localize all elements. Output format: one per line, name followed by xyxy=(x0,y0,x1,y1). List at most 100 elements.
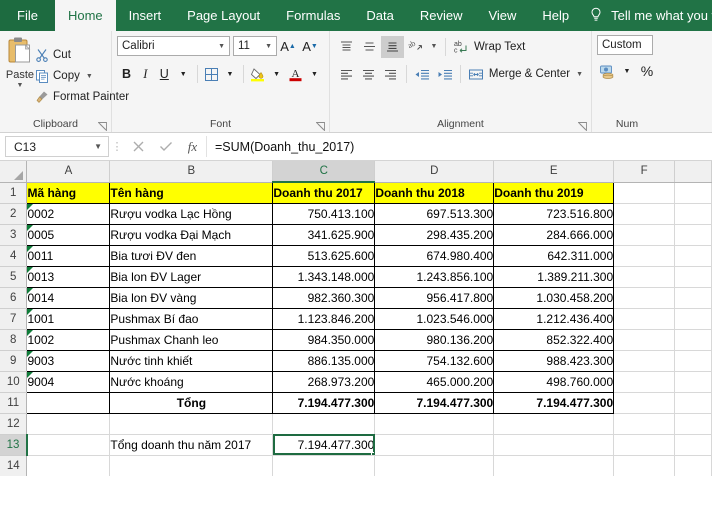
cell-b4[interactable]: Bia tươi ĐV đen xyxy=(110,245,273,266)
cell-g11[interactable] xyxy=(675,392,712,413)
row-header-8[interactable]: 8 xyxy=(0,329,27,350)
merge-center-button[interactable]: Merge & Center ▼ xyxy=(465,63,586,85)
cell-f2[interactable] xyxy=(614,203,675,224)
cell-b6[interactable]: Bia lon ĐV vàng xyxy=(110,287,273,308)
column-header-b[interactable]: B xyxy=(110,161,273,182)
cell-f3[interactable] xyxy=(614,224,675,245)
cell-d10[interactable]: 465.000.200 xyxy=(375,371,494,392)
tab-insert[interactable]: Insert xyxy=(116,0,175,31)
row-header-4[interactable]: 4 xyxy=(0,245,27,266)
cell-f1[interactable] xyxy=(614,182,675,203)
cell-c7[interactable]: 1.123.846.200 xyxy=(273,308,375,329)
cell-g1[interactable] xyxy=(675,182,712,203)
cell-d13[interactable] xyxy=(375,434,494,455)
column-header-g[interactable] xyxy=(675,161,712,182)
cell-e2[interactable]: 723.516.800 xyxy=(494,203,614,224)
cell-a8[interactable]: 1002 xyxy=(27,329,110,350)
cell-g4[interactable] xyxy=(675,245,712,266)
tab-file[interactable]: File xyxy=(0,0,55,31)
cell-a7[interactable]: 1001 xyxy=(27,308,110,329)
percent-style-button[interactable]: % xyxy=(637,60,657,82)
align-top-button[interactable] xyxy=(335,36,358,58)
align-left-button[interactable] xyxy=(335,63,357,85)
cell-a1[interactable]: Mã hàng xyxy=(27,182,110,203)
italic-button[interactable]: I xyxy=(136,63,155,85)
cell-a5[interactable]: 0013 xyxy=(27,266,110,287)
accounting-dropdown-caret[interactable]: ▼ xyxy=(617,60,637,82)
cell-c6[interactable]: 982.360.300 xyxy=(273,287,375,308)
cell-b1[interactable]: Tên hàng xyxy=(110,182,273,203)
column-header-f[interactable]: F xyxy=(614,161,675,182)
row-header-11[interactable]: 11 xyxy=(0,392,27,413)
column-header-e[interactable]: E xyxy=(494,161,614,182)
cell-e13[interactable] xyxy=(494,434,614,455)
cell-g3[interactable] xyxy=(675,224,712,245)
cell-c8[interactable]: 984.350.000 xyxy=(273,329,375,350)
cell-f6[interactable] xyxy=(614,287,675,308)
row-header-10[interactable]: 10 xyxy=(0,371,27,392)
underline-dropdown-caret[interactable]: ▼ xyxy=(174,63,193,85)
select-all-corner[interactable] xyxy=(0,161,27,182)
font-size-caret[interactable]: ▼ xyxy=(265,43,276,50)
cell-e11[interactable]: 7.194.477.300 xyxy=(494,392,614,413)
font-dialog-launcher-icon[interactable] xyxy=(316,122,325,131)
cell-d4[interactable]: 674.980.400 xyxy=(375,245,494,266)
cell-b13[interactable]: Tổng doanh thu năm 2017 xyxy=(110,434,273,455)
cell-a11[interactable] xyxy=(27,392,110,413)
cell-d7[interactable]: 1.023.546.000 xyxy=(375,308,494,329)
alignment-dialog-launcher-icon[interactable] xyxy=(578,122,587,131)
row-header-2[interactable]: 2 xyxy=(0,203,27,224)
cell-e4[interactable]: 642.311.000 xyxy=(494,245,614,266)
cell-d6[interactable]: 956.417.800 xyxy=(375,287,494,308)
cell-e12[interactable] xyxy=(494,413,614,434)
align-right-button[interactable] xyxy=(380,63,402,85)
cell-f5[interactable] xyxy=(614,266,675,287)
cell-d9[interactable]: 754.132.600 xyxy=(375,350,494,371)
cancel-icon[interactable] xyxy=(125,136,152,158)
cell-b14[interactable] xyxy=(110,455,273,476)
cell-b12[interactable] xyxy=(110,413,273,434)
cell-a14[interactable] xyxy=(27,455,110,476)
tab-view[interactable]: View xyxy=(475,0,529,31)
cell-g13[interactable] xyxy=(675,434,712,455)
cell-b9[interactable]: Nước tinh khiết xyxy=(110,350,273,371)
borders-button[interactable] xyxy=(202,63,221,85)
cell-b10[interactable]: Nước khoáng xyxy=(110,371,273,392)
cell-c12[interactable] xyxy=(273,413,375,434)
fill-color-dropdown-caret[interactable]: ▼ xyxy=(267,63,286,85)
underline-button[interactable]: U xyxy=(155,63,174,85)
cell-f11[interactable] xyxy=(614,392,675,413)
font-color-button[interactable]: A xyxy=(286,63,305,85)
cell-f12[interactable] xyxy=(614,413,675,434)
clipboard-dialog-launcher-icon[interactable] xyxy=(98,122,107,131)
column-header-c[interactable]: C xyxy=(273,161,375,182)
align-center-button[interactable] xyxy=(357,63,379,85)
accounting-format-button[interactable] xyxy=(597,60,617,82)
cell-a2[interactable]: 0002 xyxy=(27,203,110,224)
decrease-indent-button[interactable] xyxy=(411,63,433,85)
orientation-dropdown-caret[interactable]: ▼ xyxy=(427,36,441,58)
cell-b8[interactable]: Pushmax Chanh leo xyxy=(110,329,273,350)
increase-indent-button[interactable] xyxy=(434,63,456,85)
cell-a10[interactable]: 9004 xyxy=(27,371,110,392)
cell-g8[interactable] xyxy=(675,329,712,350)
paste-dropdown-caret[interactable]: ▼ xyxy=(17,82,24,89)
cell-d14[interactable] xyxy=(375,455,494,476)
cell-b3[interactable]: Rượu vodka Đại Mạch xyxy=(110,224,273,245)
cell-c10[interactable]: 268.973.200 xyxy=(273,371,375,392)
cell-c9[interactable]: 886.135.000 xyxy=(273,350,375,371)
row-header-5[interactable]: 5 xyxy=(0,266,27,287)
cell-c4[interactable]: 513.625.600 xyxy=(273,245,375,266)
confirm-icon[interactable] xyxy=(152,136,179,158)
cell-b11[interactable]: Tổng xyxy=(110,392,273,413)
row-header-3[interactable]: 3 xyxy=(0,224,27,245)
column-header-a[interactable]: A xyxy=(27,161,110,182)
bold-button[interactable]: B xyxy=(117,63,136,85)
paste-button[interactable]: Paste ▼ xyxy=(5,34,35,116)
cell-a6[interactable]: 0014 xyxy=(27,287,110,308)
row-header-12[interactable]: 12 xyxy=(0,413,27,434)
tab-home[interactable]: Home xyxy=(55,0,116,31)
column-header-d[interactable]: D xyxy=(375,161,494,182)
tab-review[interactable]: Review xyxy=(407,0,476,31)
insert-function-icon[interactable]: fx xyxy=(179,136,206,158)
